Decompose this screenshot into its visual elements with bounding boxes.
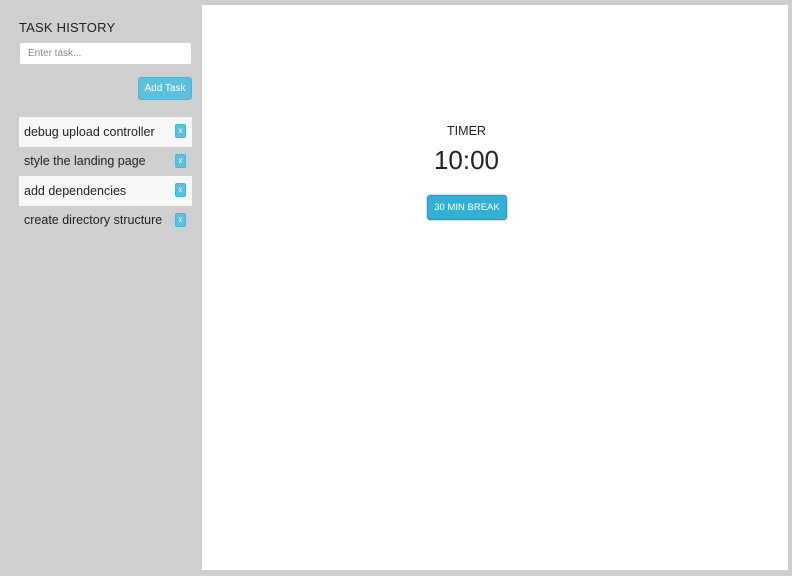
remove-task-button[interactable]: x: [175, 183, 186, 197]
task-item: debug upload controller x: [19, 117, 192, 147]
task-label: create directory structure: [24, 213, 163, 228]
task-item: add dependencies x: [19, 176, 192, 206]
remove-task-button[interactable]: x: [175, 153, 186, 168]
task-label: debug upload controller: [24, 124, 155, 139]
task-item: create directory structure x: [19, 206, 192, 236]
task-label: style the landing page: [24, 154, 146, 169]
timer-display: 10:00: [433, 145, 500, 175]
task-item: style the landing page x: [19, 147, 192, 177]
timer-label: TIMER: [447, 124, 486, 138]
sidebar: TASK HISTORY Add Task debug upload contr…: [0, 0, 202, 576]
task-list: debug upload controller x style the land…: [19, 117, 192, 235]
add-task-button[interactable]: Add Task: [138, 77, 192, 100]
remove-task-button[interactable]: x: [175, 212, 186, 227]
remove-task-button[interactable]: x: [175, 124, 186, 138]
task-history-title: TASK HISTORY: [19, 20, 116, 35]
task-label: add dependencies: [24, 183, 127, 198]
timer-panel: TIMER 10:00 30 MIN BREAK: [202, 5, 788, 570]
break-button[interactable]: 30 MIN BREAK: [427, 195, 507, 220]
task-input[interactable]: [19, 42, 192, 65]
